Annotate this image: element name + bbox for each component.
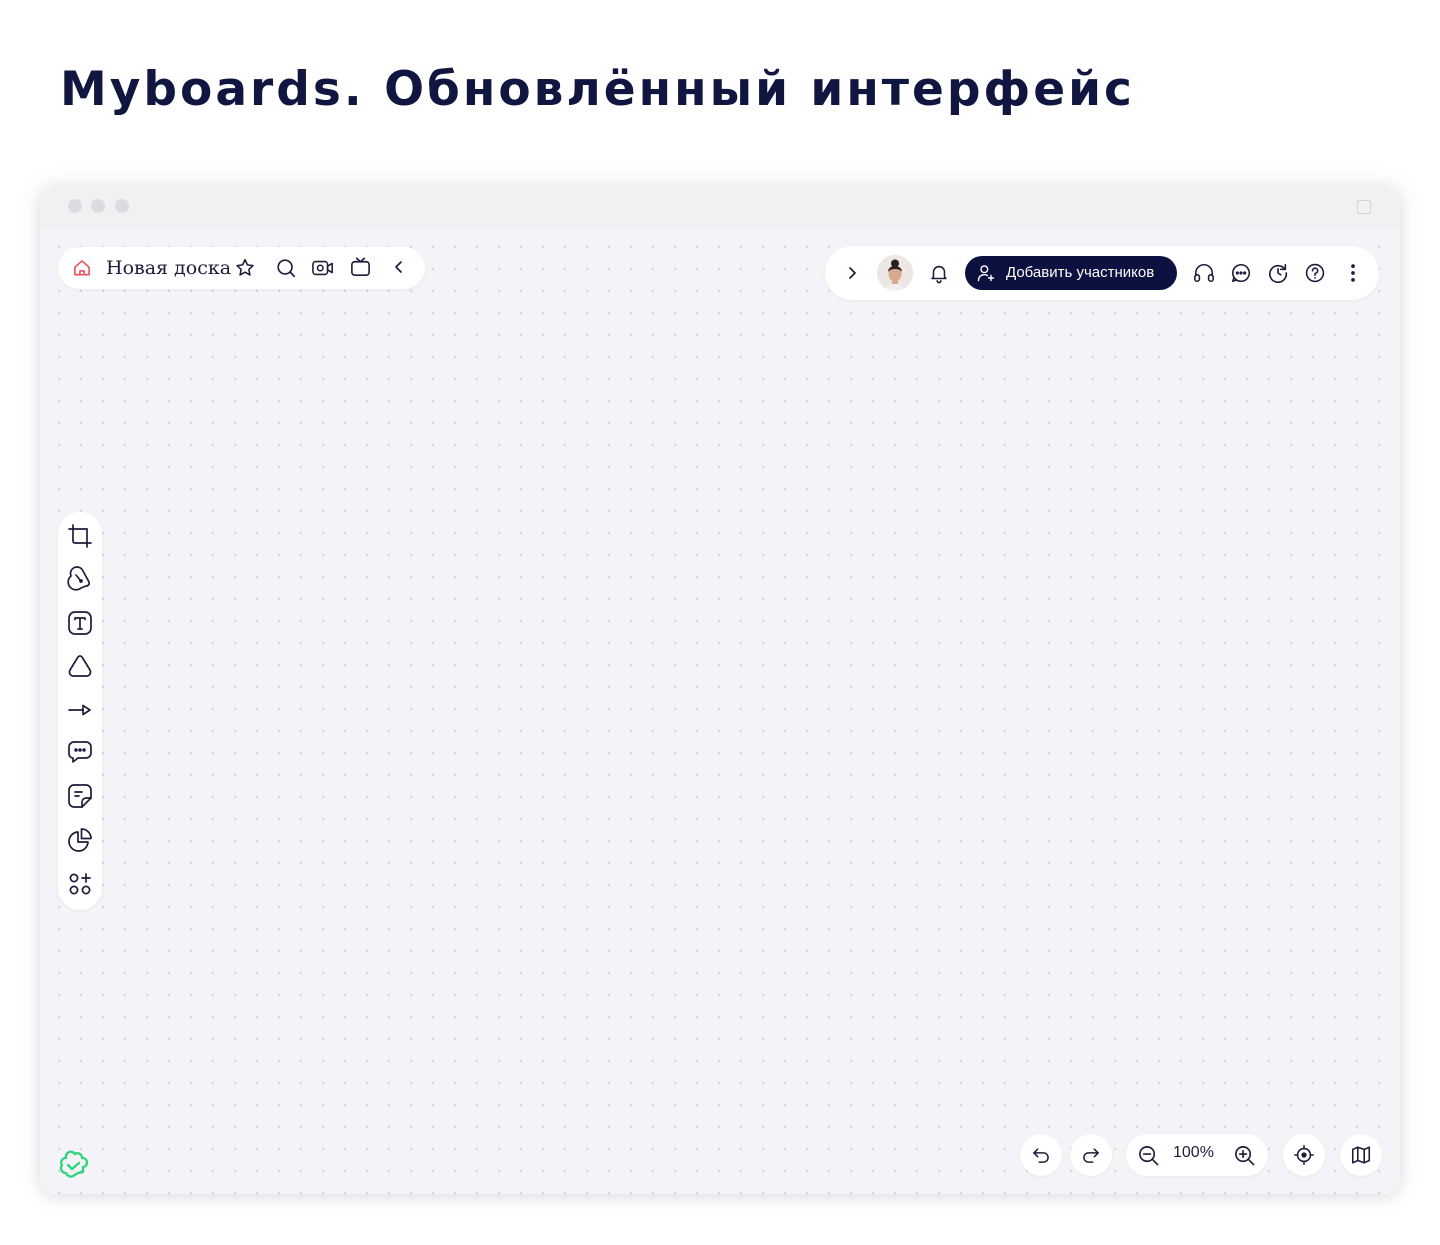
add-participants-button[interactable]: Добавить участников	[965, 256, 1177, 290]
left-toolbar	[58, 512, 102, 910]
window-maximize-icon[interactable]	[1357, 200, 1371, 214]
headphones-icon[interactable]	[1192, 262, 1216, 284]
apps-tool-icon[interactable]	[67, 871, 93, 897]
zoom-level[interactable]: 100%	[1173, 1144, 1214, 1162]
locate-icon	[1293, 1144, 1315, 1166]
board-canvas[interactable]: Новая доска Добавить участников 100%	[40, 228, 1400, 1194]
zoom-in-icon[interactable]	[1233, 1144, 1256, 1167]
pen-tool-icon[interactable]	[67, 566, 93, 592]
undo-icon	[1031, 1145, 1051, 1165]
undo-button[interactable]	[1020, 1134, 1062, 1176]
more-icon[interactable]	[1344, 262, 1362, 284]
board-header: Новая доска	[58, 247, 425, 289]
sticker-tool-icon[interactable]	[67, 783, 93, 809]
minimap-button[interactable]	[1340, 1134, 1382, 1176]
window-titlebar	[40, 186, 1400, 228]
window-close-dot[interactable]	[68, 199, 82, 213]
zoom-control: 100%	[1126, 1134, 1268, 1176]
shape-tool-icon[interactable]	[67, 653, 93, 679]
user-avatar[interactable]	[877, 255, 913, 291]
browser-window: Новая доска Добавить участников 100%	[40, 186, 1400, 1194]
window-minimize-dot[interactable]	[91, 199, 105, 213]
chat-icon[interactable]	[1230, 262, 1252, 284]
add-user-icon	[976, 263, 996, 283]
help-icon[interactable]	[1304, 262, 1326, 284]
search-icon[interactable]	[275, 257, 297, 279]
add-participants-label: Добавить участников	[1006, 264, 1155, 281]
comment-tool-icon[interactable]	[67, 739, 93, 765]
star-icon[interactable]	[234, 257, 256, 279]
expand-right-icon[interactable]	[844, 265, 860, 281]
page-title: Myboards. Обновлённый интерфейс	[60, 62, 1135, 117]
top-right-bar: Добавить участников	[825, 246, 1379, 300]
redo-icon	[1081, 1145, 1101, 1165]
bell-icon[interactable]	[928, 262, 950, 284]
redo-button[interactable]	[1070, 1134, 1112, 1176]
diagram-tool-icon[interactable]	[67, 827, 93, 853]
collapse-left-icon[interactable]	[391, 259, 407, 275]
video-icon[interactable]	[311, 257, 335, 279]
window-zoom-dot[interactable]	[115, 199, 129, 213]
minimap-icon	[1350, 1144, 1372, 1166]
connector-tool-icon[interactable]	[67, 697, 93, 723]
frame-tool-icon[interactable]	[67, 523, 93, 549]
home-icon[interactable]	[72, 258, 92, 278]
history-icon[interactable]	[1267, 262, 1289, 284]
presentation-icon[interactable]	[349, 256, 372, 279]
zoom-out-icon[interactable]	[1137, 1144, 1160, 1167]
locate-button[interactable]	[1283, 1134, 1325, 1176]
text-tool-icon[interactable]	[67, 610, 93, 636]
board-name[interactable]: Новая доска	[106, 257, 231, 279]
myboards-logo-icon[interactable]	[57, 1146, 89, 1178]
